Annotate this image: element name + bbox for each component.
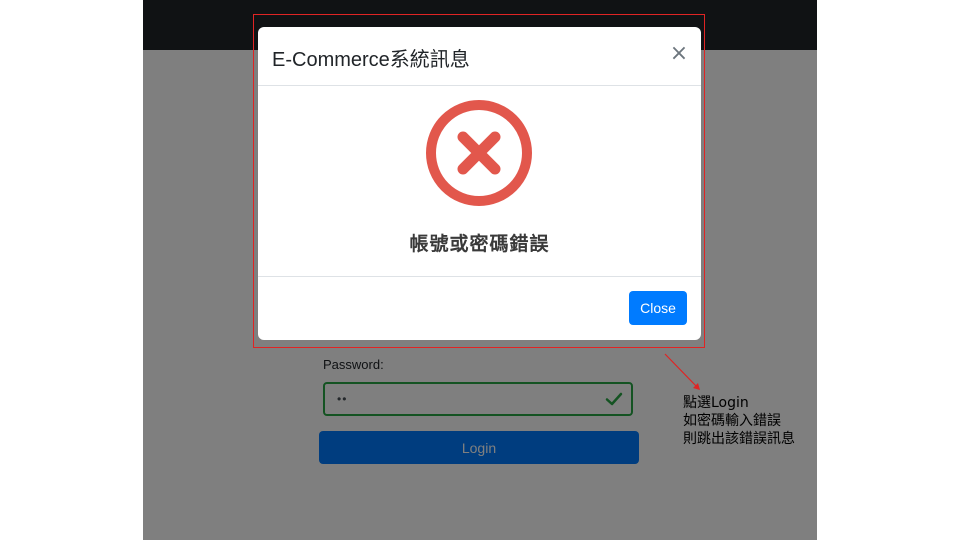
annotation-line: 如密碼輸入錯誤 (683, 413, 781, 429)
annotation-highlight-box (253, 14, 705, 348)
annotation-line: 點選Login (683, 395, 749, 411)
annotation-note: 點選Login 如密碼輸入錯誤 則跳出該錯誤訊息 (683, 394, 795, 448)
annotation-line: 則跳出該錯誤訊息 (683, 431, 795, 447)
annotation-arrow-icon (664, 353, 700, 390)
